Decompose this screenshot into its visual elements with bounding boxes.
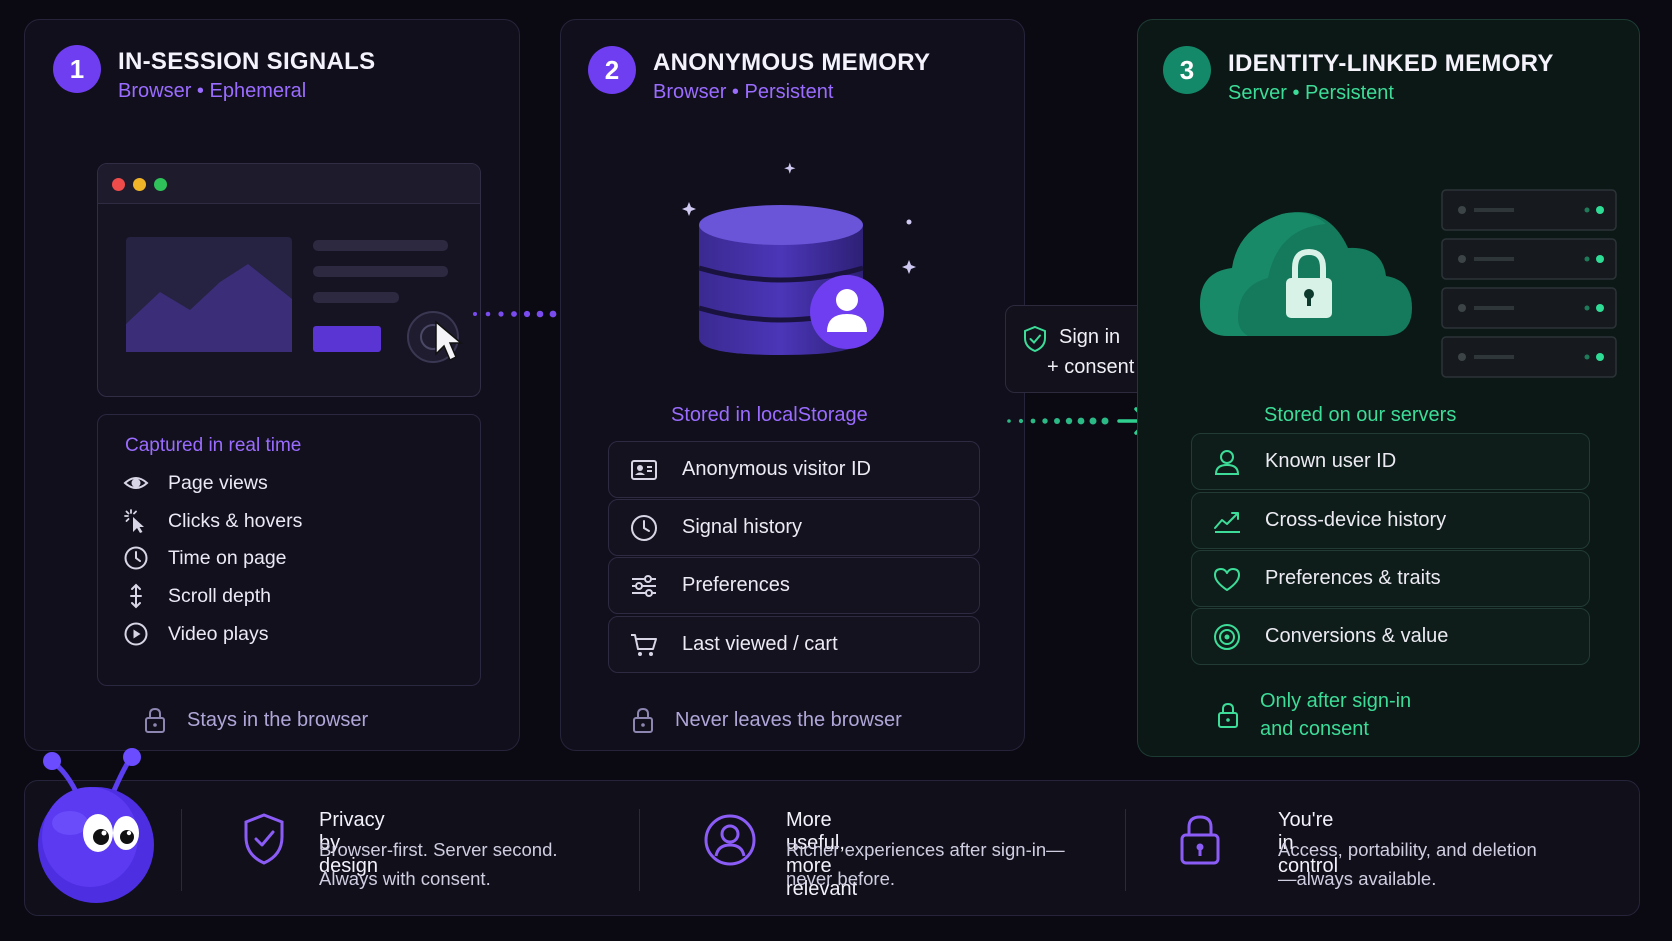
divider [181,809,182,891]
heart-icon [1214,567,1240,591]
lock-icon [1218,702,1238,728]
lock-icon [633,707,653,733]
list-item: Preferences [608,557,980,614]
shield-check-icon [1024,325,1046,353]
panel-subtitle: Browser • Persistent [653,81,834,103]
footer-line-2: and consent [1260,718,1369,740]
list-item: Last viewed / cart [608,616,980,673]
target-icon [1214,623,1240,650]
list-item: Cross-device history [1191,492,1590,549]
flow-arrow-icon [1007,407,1150,435]
list-item: Time on page [123,543,287,573]
storage-location: Stored in localStorage [671,404,868,426]
list-item: Signal history [608,499,980,556]
captured-signals-list: Captured in real time Page views Clicks … [97,414,481,686]
shield-check-icon [244,813,284,865]
step-badge-2: 2 [588,46,636,94]
padlock-icon [1180,815,1220,865]
consent-label: + consent [1047,356,1135,378]
captured-heading: Captured in real time [125,435,302,456]
storage-location: Stored on our servers [1264,404,1457,426]
step-badge-3: 3 [1163,46,1211,94]
click-icon [124,509,144,533]
footer-line-1: Only after sign-in [1260,690,1412,712]
chart-line-icon [1214,511,1240,533]
identity-linked-memory-panel: 3 IDENTITY-LINKED MEMORY Server • Persis… [1137,19,1640,757]
principle-text: Richer experiences after sign-in— never b… [786,839,1065,889]
list-item: Page views [123,468,268,498]
scroll-icon [130,583,142,609]
sign-in-consent-gate: Sign in + consent [1005,305,1153,393]
list-item: Preferences & traits [1191,550,1590,607]
id-card-icon [631,459,657,480]
principle-text: Access, portability, and deletion —always… [1278,839,1537,889]
principles-bar: Privacy by design Browser-first. Server … [24,780,1640,916]
browser-window-illustration [97,163,481,397]
divider [639,809,640,891]
panel-title: IDENTITY-LINKED MEMORY [1228,50,1554,77]
database-user-icon [682,162,916,355]
clock-icon [631,514,657,541]
sliders-icon [632,574,656,597]
list-item: Clicks & hovers [123,506,302,536]
play-icon [124,622,148,646]
in-session-signals-panel: 1 IN-SESSION SIGNALS Browser • Ephemeral… [24,19,520,751]
mascot-icon [38,748,154,903]
cloud-server-lock-icon [1200,189,1617,378]
maximize-dot-icon [154,178,167,191]
page-mockup-icon [126,237,464,363]
sign-in-label: Sign in [1059,326,1121,348]
list-item: Conversions & value [1191,608,1590,665]
panel-title: ANONYMOUS MEMORY [653,49,931,76]
cart-icon [631,633,657,656]
principle-text: Browser-first. Server second. Always with… [319,839,558,889]
minimize-dot-icon [133,178,146,191]
clock-icon [124,546,148,570]
panel-subtitle: Server • Persistent [1228,82,1394,104]
lock-icon [145,707,165,733]
panel-footer: Only after sign-in and consent [1216,687,1411,743]
user-icon [1214,449,1240,475]
list-item: Scroll depth [123,581,271,611]
user-circle-icon [704,814,756,866]
list-item: Video plays [123,619,268,649]
panel-subtitle: Browser • Ephemeral [118,80,307,102]
close-dot-icon [112,178,125,191]
step-badge-1: 1 [53,45,101,93]
panel-title: IN-SESSION SIGNALS [118,48,376,75]
list-item: Anonymous visitor ID [608,441,980,498]
list-item: Known user ID [1191,433,1590,490]
anonymous-memory-panel: 2 ANONYMOUS MEMORY Browser • Persistent … [560,19,1025,751]
divider [1125,809,1126,891]
eye-icon [123,477,149,489]
panel-footer: Never leaves the browser [631,706,902,734]
panel-footer: Stays in the browser [143,706,368,734]
